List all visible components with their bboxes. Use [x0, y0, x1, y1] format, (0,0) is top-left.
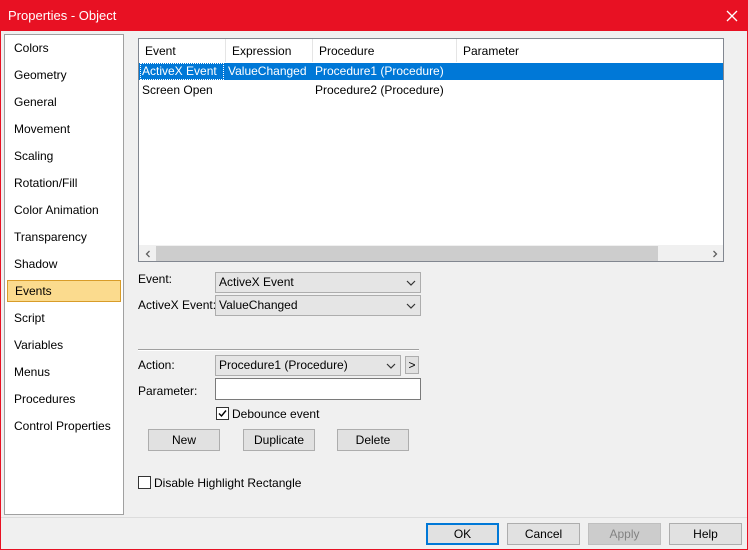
nav-item-movement[interactable]: Movement — [5, 118, 123, 140]
title-bar: Properties - Object — [1, 1, 747, 31]
action-browse-button[interactable]: > — [405, 356, 419, 374]
table-row[interactable]: ActiveX Event ValueChanged Procedure1 (Pro… — [139, 63, 723, 80]
help-button[interactable]: Help — [669, 523, 742, 545]
table-row[interactable]: Screen Open Procedure2 (Procedure) — [139, 82, 723, 99]
chevron-down-icon — [386, 363, 396, 369]
cell-procedure: Procedure2 (Procedure) — [315, 83, 444, 97]
event-label: Event: — [138, 272, 173, 286]
nav-item-menus[interactable]: Menus — [5, 361, 123, 383]
nav-item-geometry[interactable]: Geometry — [5, 64, 123, 86]
action-select[interactable]: Procedure1 (Procedure) — [215, 355, 401, 376]
event-select[interactable]: ActiveX Event — [215, 272, 421, 293]
nav-item-scaling[interactable]: Scaling — [5, 145, 123, 167]
separator — [138, 349, 419, 351]
scroll-left-button[interactable] — [139, 245, 156, 261]
nav-item-control-properties[interactable]: Control Properties — [5, 415, 123, 437]
horizontal-scrollbar[interactable] — [139, 245, 723, 261]
nav-item-shadow[interactable]: Shadow — [5, 253, 123, 275]
disable-highlight-checkbox[interactable] — [138, 476, 151, 489]
column-header-procedure[interactable]: Procedure — [313, 39, 457, 62]
column-header-event[interactable]: Event — [139, 39, 226, 62]
new-button[interactable]: New — [148, 429, 220, 451]
chevron-right-icon — [712, 250, 717, 257]
action-label: Action: — [138, 358, 175, 372]
close-icon — [726, 10, 738, 22]
disable-highlight-label: Disable Highlight Rectangle — [154, 476, 302, 490]
window-title: Properties - Object — [8, 8, 117, 23]
chevron-left-icon — [145, 250, 150, 257]
nav-item-procedures[interactable]: Procedures — [5, 388, 123, 410]
ok-button[interactable]: OK — [426, 523, 499, 545]
scroll-right-button[interactable] — [706, 245, 723, 261]
nav-item-variables[interactable]: Variables — [5, 334, 123, 356]
nav-item-colors[interactable]: Colors — [5, 37, 123, 59]
column-header-expression[interactable]: Expression — [226, 39, 313, 62]
cancel-button[interactable]: Cancel — [507, 523, 580, 545]
column-header-parameter[interactable]: Parameter — [457, 39, 723, 62]
parameter-input[interactable] — [215, 378, 421, 400]
events-list-header: Event Expression Procedure Parameter — [139, 39, 723, 62]
debounce-checkbox[interactable] — [216, 407, 229, 420]
activex-event-select-value: ValueChanged — [219, 298, 298, 312]
checkmark-icon — [218, 410, 227, 418]
cell-event: ActiveX Event — [142, 64, 217, 78]
cell-expression: ValueChanged — [228, 64, 307, 78]
parameter-label: Parameter: — [138, 384, 198, 398]
chevron-down-icon — [406, 280, 416, 286]
cell-event: Screen Open — [142, 83, 213, 97]
cell-procedure: Procedure1 (Procedure) — [315, 64, 444, 78]
nav-item-events[interactable]: Events — [7, 280, 121, 302]
scrollbar-thumb[interactable] — [156, 246, 658, 261]
category-list: Colors Geometry General Movement Scaling Rota… — [4, 34, 124, 515]
nav-item-rotation-fill[interactable]: Rotation/Fill — [5, 172, 123, 194]
nav-item-color-animation[interactable]: Color Animation — [5, 199, 123, 221]
debounce-label: Debounce event — [232, 407, 320, 421]
nav-item-general[interactable]: General — [5, 91, 123, 113]
delete-button[interactable]: Delete — [337, 429, 409, 451]
duplicate-button[interactable]: Duplicate — [243, 429, 315, 451]
chevron-down-icon — [406, 303, 416, 309]
action-select-value: Procedure1 (Procedure) — [219, 358, 348, 372]
activex-event-select[interactable]: ValueChanged — [215, 295, 421, 316]
activex-event-label: ActiveX Event: — [138, 298, 217, 312]
apply-button[interactable]: Apply — [588, 523, 661, 545]
nav-item-transparency[interactable]: Transparency — [5, 226, 123, 248]
close-button[interactable] — [717, 1, 747, 31]
event-select-value: ActiveX Event — [219, 275, 294, 289]
nav-item-script[interactable]: Script — [5, 307, 123, 329]
events-list[interactable]: Event Expression Procedure Parameter Act… — [138, 38, 724, 262]
